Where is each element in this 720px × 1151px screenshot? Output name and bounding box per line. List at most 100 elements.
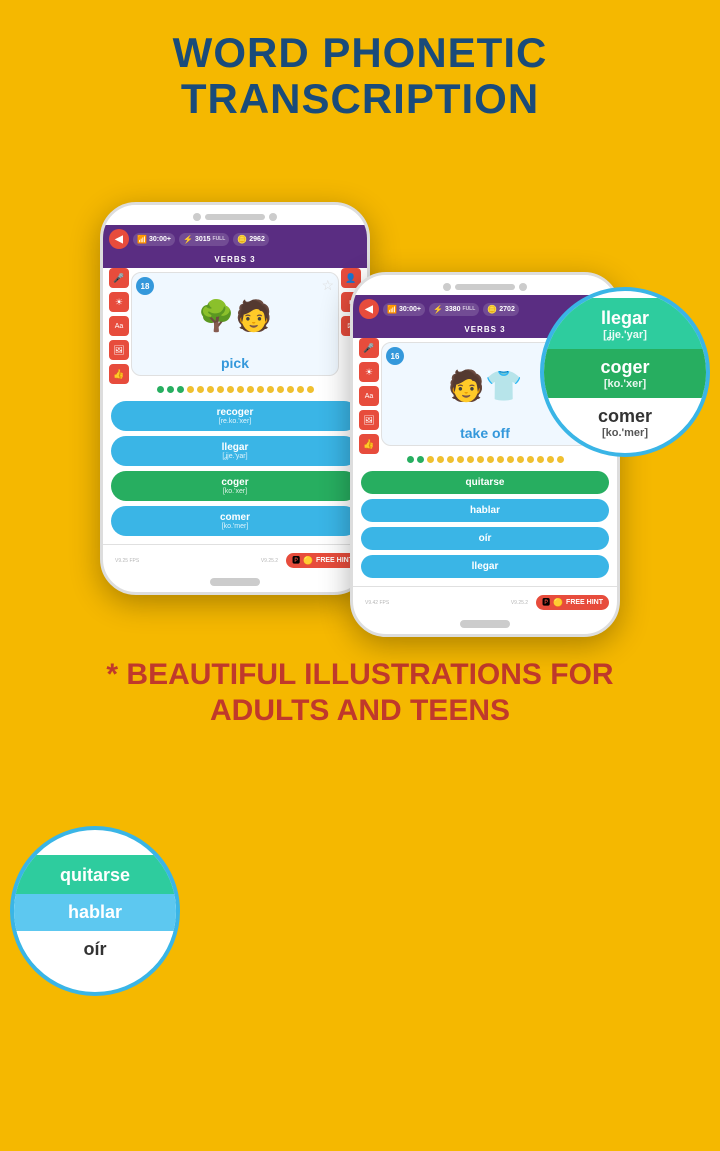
page: WORD PHONETIC TRANSCRIPTION llegar [ʝje.… <box>0 0 720 1151</box>
answer-word-4-right: llegar <box>371 561 599 572</box>
phone-right-camera <box>443 283 451 291</box>
dot-inactive <box>227 386 234 393</box>
answer-word-1-right: quitarse <box>371 477 599 488</box>
phone-right-camera2 <box>519 283 527 291</box>
hint-coin-left: 🟡 <box>303 556 313 565</box>
aa-icon-left[interactable]: Aa <box>109 316 129 336</box>
answer-word-2-right: hablar <box>371 505 599 516</box>
answer-btn-3-right[interactable]: oír <box>361 527 609 550</box>
dot-inactive-r <box>497 456 504 463</box>
hint-badge-left[interactable]: 🅿 🟡 FREE HINT <box>286 553 359 568</box>
answer-phonetic-2-left: [ʝje.'yar] <box>121 453 349 460</box>
phone-bottom-left <box>103 572 367 592</box>
section-label-left: VERBS 3 <box>103 253 367 268</box>
answer-word-4-left: comer <box>121 512 349 523</box>
dot-active <box>177 386 184 393</box>
hint-bar-left: V9.25 FPS V9.25.2 🅿 🟡 FREE HINT <box>103 549 367 572</box>
time-value-left: 30:00+ <box>149 236 171 243</box>
hint-icon-right: 🅿 <box>542 597 550 608</box>
answer-btn-3-left[interactable]: coger [ko.'xer] <box>111 471 359 501</box>
divider-right <box>353 586 617 587</box>
answer-btn-2-left[interactable]: llegar [ʝje.'yar] <box>111 436 359 466</box>
answer-btn-4-right[interactable]: llegar <box>361 555 609 578</box>
circle-right-word-2: coger <box>600 357 649 378</box>
coin-icon-left: 🪙 <box>237 235 247 244</box>
dot-inactive-r <box>427 456 434 463</box>
thumb-icon-right[interactable]: 👍 <box>359 434 379 454</box>
mic-icon-left[interactable]: 🎤 <box>109 268 129 288</box>
dot-inactive-r <box>507 456 514 463</box>
xp-value-right: 3380 <box>445 306 461 313</box>
dot-inactive-r <box>447 456 454 463</box>
sun-icon-left[interactable]: ☀ <box>109 292 129 312</box>
answer-word-1-left: recoger <box>121 407 349 418</box>
hint-text-right: FREE HINT <box>566 599 603 606</box>
coins-value-right: 2702 <box>499 306 515 313</box>
dot-inactive <box>267 386 274 393</box>
xp-badge-right: ⚡ 3380 FULL <box>429 303 479 316</box>
circle-right-phonetic-2: [ko.'xer] <box>604 378 646 390</box>
coin-icon-right: 🪙 <box>487 305 497 314</box>
sidebar-left-right: 🎤 ☀ Aa 🖼 👍 <box>359 338 379 454</box>
answer-btn-2-right[interactable]: hablar <box>361 499 609 522</box>
phone-left-app-header: ◀ 📶 30:00+ ⚡ 3015 FULL 🪙 2962 <box>103 225 367 253</box>
answer-phonetic-1-left: [re.ko.'xer] <box>121 418 349 425</box>
answer-btn-4-left[interactable]: comer [ko.'mer] <box>111 506 359 536</box>
answers-section-left: recoger [re.ko.'xer] llegar [ʝje.'yar] c… <box>103 397 367 540</box>
hint-badge-right[interactable]: 🅿 🟡 FREE HINT <box>536 595 609 610</box>
phones-container: llegar [ʝje.'yar] coger [ko.'xer] comer … <box>0 132 720 637</box>
dot-inactive-r <box>467 456 474 463</box>
xp-label-left: FULL <box>213 236 226 242</box>
dot-active-r <box>417 456 424 463</box>
sun-icon-right[interactable]: ☀ <box>359 362 379 382</box>
dot-inactive <box>297 386 304 393</box>
lightning-icon-right: ⚡ <box>433 305 443 314</box>
dot-inactive-r <box>437 456 444 463</box>
back-button-right[interactable]: ◀ <box>359 299 379 319</box>
circle-right-word-3: comer <box>598 406 652 427</box>
divider-left <box>103 544 367 545</box>
card-word-left: pick <box>221 355 249 371</box>
thumb-icon-left[interactable]: 👍 <box>109 364 129 384</box>
answer-btn-1-left[interactable]: recoger [re.ko.'xer] <box>111 401 359 431</box>
card-number-right: 16 <box>386 347 404 365</box>
answer-word-3-left: coger <box>121 477 349 488</box>
answer-btn-1-right[interactable]: quitarse <box>361 471 609 494</box>
xp-badge-left: ⚡ 3015 FULL <box>179 233 229 246</box>
card-number-left: 18 <box>136 277 154 295</box>
coins-badge-left: 🪙 2962 <box>233 233 269 246</box>
photo-icon-right[interactable]: 🖼 <box>359 410 379 430</box>
dot-inactive-r <box>517 456 524 463</box>
answer-phonetic-3-left: [ko.'xer] <box>121 488 349 495</box>
hint-icon-left: 🅿 <box>292 555 300 566</box>
phone-right-top-bar <box>353 275 617 295</box>
dot-inactive-r <box>527 456 534 463</box>
dot-active <box>167 386 174 393</box>
progress-dots-right <box>353 450 617 467</box>
phone-bottom-right <box>353 614 617 634</box>
back-button-left[interactable]: ◀ <box>109 229 129 249</box>
dot-inactive-r <box>557 456 564 463</box>
phone-right-speaker <box>455 284 515 290</box>
photo-icon-left[interactable]: 🖼 <box>109 340 129 360</box>
dot-inactive <box>217 386 224 393</box>
card-illustration-left: 🌳🧑 <box>195 281 275 351</box>
card-star-left[interactable]: ☆ <box>321 277 334 294</box>
aa-icon-right[interactable]: Aa <box>359 386 379 406</box>
title-line1: WORD PHONETIC <box>20 30 700 76</box>
answers-section-right: quitarse hablar oír llegar <box>353 467 617 582</box>
dot-inactive <box>197 386 204 393</box>
phone-left-speaker <box>205 214 265 220</box>
circle-right-phonetic-3: [ko.'mer] <box>602 427 648 439</box>
dot-inactive <box>307 386 314 393</box>
hint-text-left: FREE HINT <box>316 557 353 564</box>
fps-left-left: V9.25 FPS <box>115 558 139 564</box>
home-button-right[interactable] <box>460 620 510 628</box>
home-button-left[interactable] <box>210 578 260 586</box>
dot-active-r <box>407 456 414 463</box>
hint-coin-right: 🟡 <box>553 598 563 607</box>
mic-icon-right[interactable]: 🎤 <box>359 338 379 358</box>
circle-left: quitarse hablar oír <box>10 826 180 996</box>
dot-inactive <box>207 386 214 393</box>
phone-left-camera <box>193 213 201 221</box>
